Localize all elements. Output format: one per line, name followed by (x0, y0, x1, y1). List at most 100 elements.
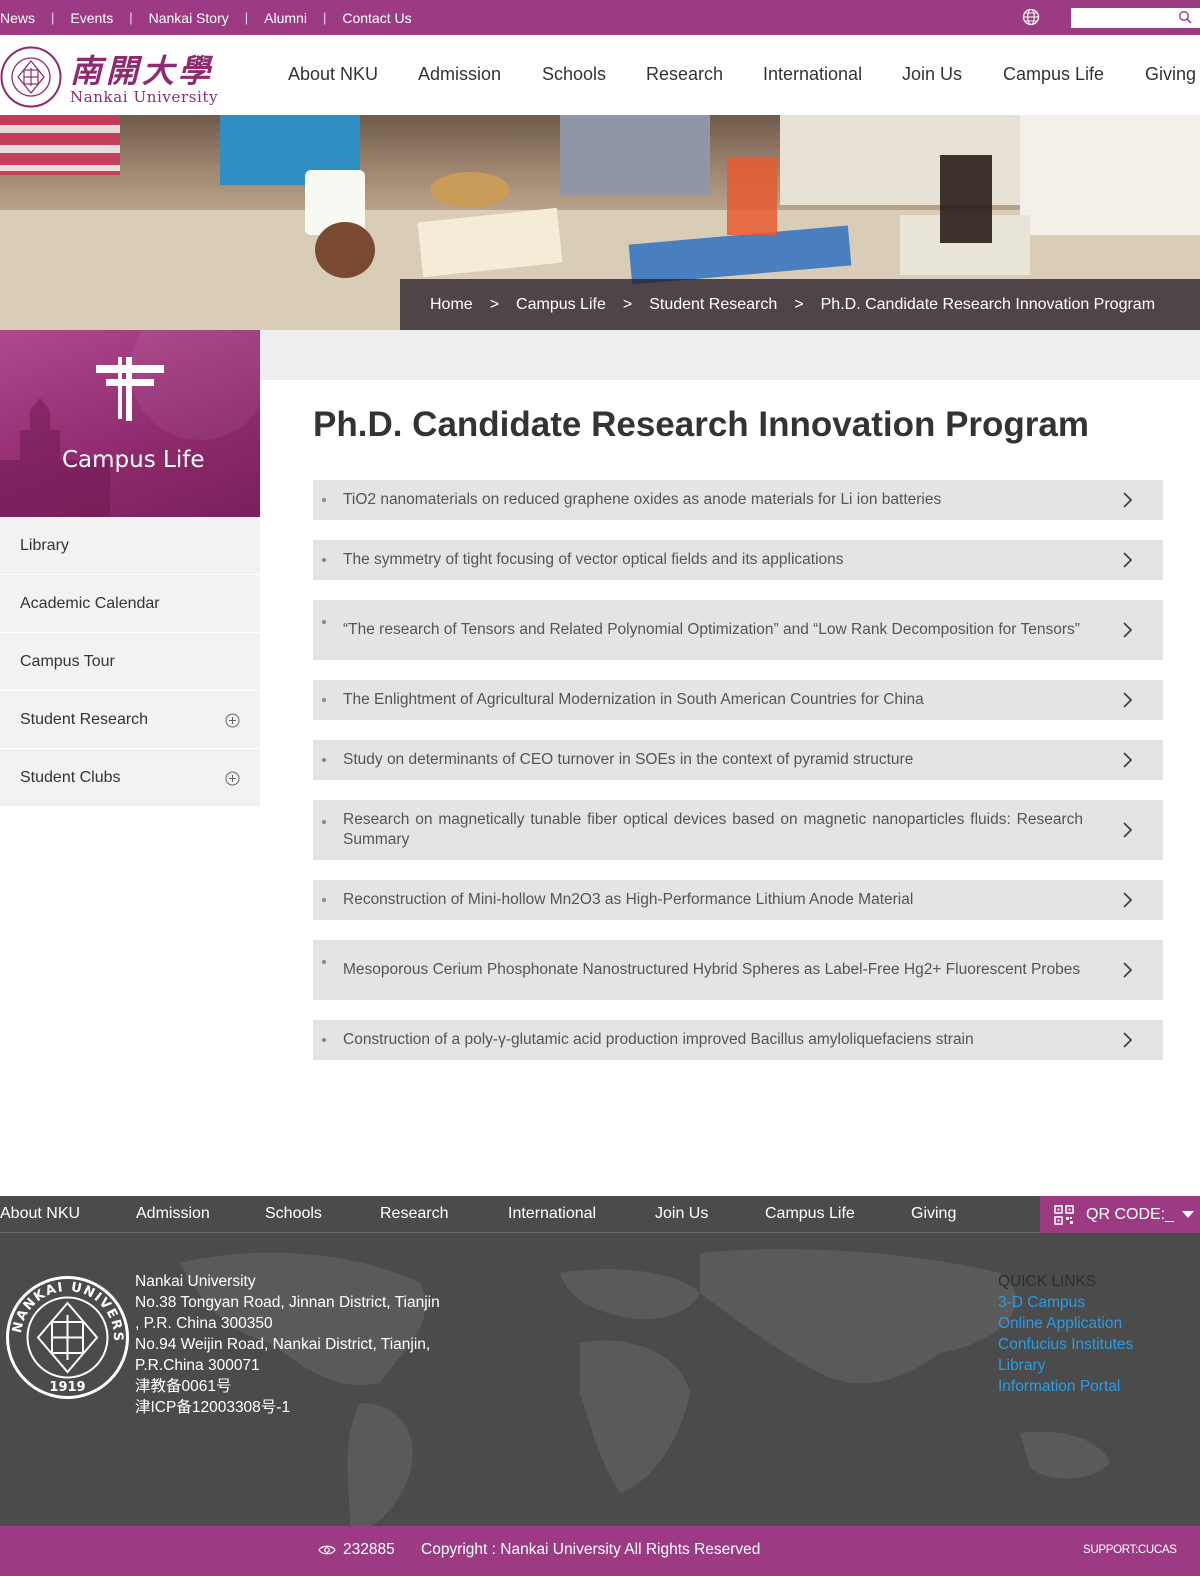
list-item[interactable]: Reconstruction of Mini-hollow Mn2O3 as H… (313, 880, 1163, 920)
article-title[interactable]: The Enlightment of Agricultural Moderniz… (343, 690, 924, 710)
qr-code-dropdown[interactable]: QR CODE:_ (1040, 1196, 1200, 1233)
list-item[interactable]: TiO2 nanomaterials on reduced graphene o… (313, 480, 1163, 520)
top-link-events[interactable]: Events (70, 10, 113, 26)
sidebar-item-library[interactable]: Library (0, 517, 260, 575)
dropdown-arrow-icon (1182, 1211, 1194, 1218)
signpost-icon (96, 357, 164, 421)
chevron-right-icon[interactable] (1121, 891, 1133, 909)
nav-research[interactable]: Research (646, 64, 723, 85)
list-item[interactable]: Construction of a poly-γ-glutamic acid p… (313, 1020, 1163, 1060)
chevron-right-icon[interactable] (1121, 821, 1133, 839)
quick-link-library[interactable]: Library (998, 1355, 1133, 1376)
list-item[interactable]: The Enlightment of Agricultural Moderniz… (313, 680, 1163, 720)
footer-nav-admission[interactable]: Admission (136, 1205, 210, 1223)
chevron-right-icon[interactable] (1121, 621, 1133, 639)
footer: NANKAI UNIVERSITY 1919 Nankai University… (0, 1233, 1200, 1526)
footer-nav-schools[interactable]: Schools (265, 1205, 322, 1223)
article-title[interactable]: Mesoporous Cerium Phosphonate Nanostruct… (343, 960, 1080, 980)
breadcrumb-home[interactable]: Home (430, 296, 473, 314)
footer-nav-about-nku[interactable]: About NKU (0, 1205, 80, 1223)
list-item[interactable]: Research on magnetically tunable fiber o… (313, 800, 1163, 860)
expand-plus-icon[interactable] (225, 771, 240, 786)
list-item[interactable]: Study on determinants of CEO turnover in… (313, 740, 1163, 780)
top-link-nankai-story[interactable]: Nankai Story (149, 10, 229, 26)
list-item[interactable]: “The research of Tensors and Related Pol… (313, 600, 1163, 660)
bullet-icon (322, 1038, 326, 1042)
nav-admission[interactable]: Admission (418, 64, 501, 85)
bullet-icon (322, 698, 326, 702)
separator: | (322, 10, 327, 25)
list-item[interactable]: The symmetry of tight focusing of vector… (313, 540, 1163, 580)
quick-links-title: QUICK LINKS (998, 1273, 1097, 1290)
article-title[interactable]: Research on magnetically tunable fiber o… (343, 810, 1083, 850)
nav-campus-life[interactable]: Campus Life (1003, 64, 1104, 85)
breadcrumb-separator: > (794, 295, 804, 313)
sidebar-item-student-clubs[interactable]: Student Clubs (0, 749, 260, 807)
article-list: TiO2 nanomaterials on reduced graphene o… (313, 480, 1163, 1080)
footer-nav-giving[interactable]: Giving (911, 1205, 956, 1223)
chevron-right-icon[interactable] (1121, 491, 1133, 509)
chevron-right-icon[interactable] (1121, 1031, 1133, 1049)
breadcrumb-current-page[interactable]: Ph.D. Candidate Research Innovation Prog… (821, 296, 1155, 314)
content-top-strip (260, 330, 1200, 380)
separator: | (129, 10, 133, 25)
logo-english-name: Nankai University (70, 88, 219, 106)
quick-link-3d-campus[interactable]: 3-D Campus (998, 1292, 1133, 1313)
globe-icon[interactable] (1022, 8, 1040, 26)
search-icon[interactable] (1178, 10, 1192, 24)
bullet-icon (322, 758, 326, 762)
quick-link-information-portal[interactable]: Information Portal (998, 1376, 1133, 1397)
list-item[interactable]: Mesoporous Cerium Phosphonate Nanostruct… (313, 940, 1163, 1000)
article-title[interactable]: “The research of Tensors and Related Pol… (343, 620, 1080, 640)
sidebar-item-student-research[interactable]: Student Research (0, 691, 260, 749)
article-title[interactable]: The symmetry of tight focusing of vector… (343, 550, 844, 570)
copyright-text: Copyright : Nankai University All Rights… (421, 1541, 761, 1558)
separator: | (51, 10, 55, 25)
breadcrumb-student-research[interactable]: Student Research (649, 296, 777, 314)
top-link-alumni[interactable]: Alumni (264, 10, 307, 26)
footer-nav-international[interactable]: International (508, 1205, 596, 1223)
chevron-right-icon[interactable] (1121, 751, 1133, 769)
expand-plus-icon[interactable] (225, 713, 240, 728)
address-line: 津教备0061号 (135, 1378, 232, 1395)
university-seal-logo[interactable] (0, 46, 62, 108)
breadcrumb-campus-life[interactable]: Campus Life (516, 296, 606, 314)
breadcrumb: Home > Campus Life > Student Research > … (400, 279, 1200, 330)
sidebar-item-campus-tour[interactable]: Campus Tour (0, 633, 260, 691)
nav-giving[interactable]: Giving (1145, 64, 1196, 85)
article-title[interactable]: Study on determinants of CEO turnover in… (343, 750, 913, 770)
separator: | (244, 10, 249, 25)
article-title[interactable]: TiO2 nanomaterials on reduced graphene o… (343, 490, 941, 510)
quick-link-confucius-institutes[interactable]: Confucius Institutes (998, 1334, 1133, 1355)
chevron-right-icon[interactable] (1121, 691, 1133, 709)
article-title[interactable]: Reconstruction of Mini-hollow Mn2O3 as H… (343, 890, 913, 910)
top-link-contact-us[interactable]: Contact Us (342, 10, 411, 26)
sidebar-menu: Library Academic Calendar Campus Tour St… (0, 517, 260, 807)
footer-nav-campus-life[interactable]: Campus Life (765, 1205, 855, 1223)
nav-international[interactable]: International (763, 64, 862, 85)
breadcrumb-separator: > (622, 295, 633, 313)
sidebar-item-label: Student Research (20, 710, 149, 728)
chevron-right-icon[interactable] (1121, 551, 1133, 569)
address-line: No.94 Weijin Road, Nankai District, Tian… (135, 1336, 431, 1353)
address-line: , P.R. China 300350 (135, 1315, 273, 1332)
quick-link-online-application[interactable]: Online Application (998, 1313, 1133, 1334)
quick-links: QUICK LINKS 3-D Campus Online Applicatio… (998, 1271, 1133, 1397)
footer-nav-research[interactable]: Research (380, 1205, 448, 1223)
nav-join-us[interactable]: Join Us (902, 64, 962, 85)
sidebar-title: Campus Life (62, 447, 205, 473)
chevron-right-icon[interactable] (1121, 961, 1133, 979)
footer-nav-join-us[interactable]: Join Us (655, 1205, 708, 1223)
sidebar-item-academic-calendar[interactable]: Academic Calendar (0, 575, 260, 633)
article-title[interactable]: Construction of a poly-γ-glutamic acid p… (343, 1030, 974, 1050)
top-link-news[interactable]: News (0, 10, 35, 26)
seal-year: 1919 (49, 1380, 85, 1395)
address-line: Nankai University (135, 1273, 256, 1290)
support-link[interactable]: SUPPORT:CUCAS (1083, 1544, 1177, 1556)
breadcrumb-separator: > (489, 295, 500, 313)
nav-about-nku[interactable]: About NKU (288, 64, 378, 85)
footer-nav: About NKU Admission Schools Research Int… (0, 1196, 1200, 1233)
nav-schools[interactable]: Schools (542, 64, 606, 85)
address-line: 津ICP备12003308号-1 (135, 1399, 291, 1416)
visit-counter: 232885 (343, 1541, 395, 1558)
